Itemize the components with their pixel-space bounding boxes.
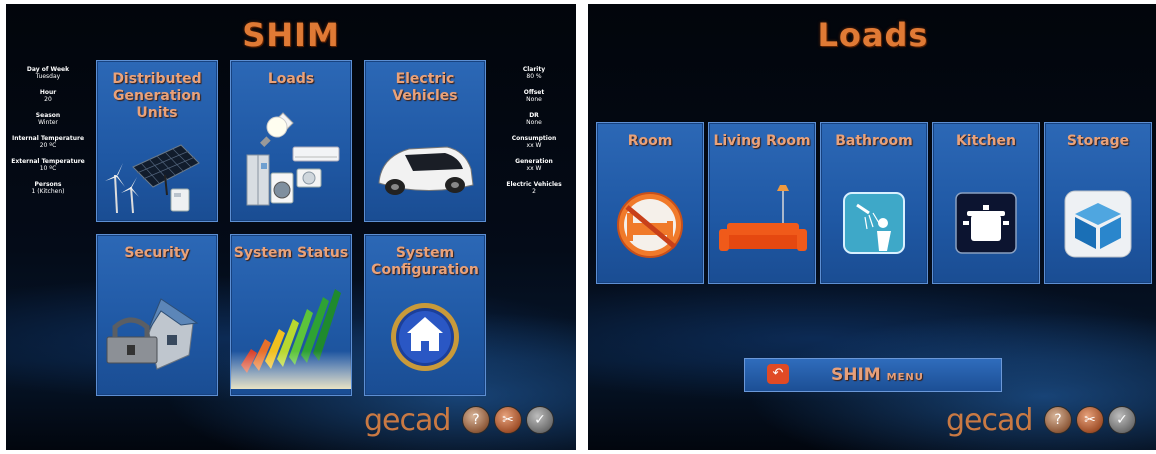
check-arrow-icon: ✓ (1116, 412, 1128, 428)
page-title: SHIM (242, 16, 340, 54)
tile-label: System Configuration (371, 245, 479, 278)
tools-icon: ✂ (502, 412, 514, 428)
info-consumption: Consumption xx W (511, 135, 557, 149)
tile-label: System Status (233, 245, 349, 261)
info-season: Season Winter (35, 112, 61, 126)
info-clarity: Clarity 80 % (522, 66, 546, 80)
info-hour: Hour 20 (39, 89, 57, 103)
info-dr: DR None (526, 112, 542, 126)
tile-bathroom[interactable]: Bathroom (820, 122, 928, 284)
tile-electric-vehicles[interactable]: Electric Vehicles (364, 60, 486, 222)
tile-label: Bathroom (835, 133, 913, 149)
tile-living-room[interactable]: Living Room (708, 122, 816, 284)
tile-storage[interactable]: Storage (1044, 122, 1152, 284)
shim-main-screen: SHIM Day of Week Tuesday Hour 20 Season Win… (6, 4, 576, 450)
tile-security[interactable]: Security (96, 234, 218, 396)
info-external-temperature: External Temperature 10 ºC (11, 158, 85, 172)
question-icon: ? (1054, 412, 1062, 428)
tools-icon: ✂ (1084, 412, 1096, 428)
back-button[interactable]: ✓ (1108, 406, 1136, 434)
info-offset: Offset None (523, 89, 545, 103)
page-title: Loads (817, 16, 929, 54)
tile-label: Room (627, 133, 673, 149)
tile-label: Security (124, 245, 190, 261)
tile-label: Living Room (713, 133, 811, 149)
tile-label: Loads (267, 71, 315, 87)
menu-label: SHIM MENU (831, 365, 924, 385)
tile-label: Kitchen (955, 133, 1017, 149)
tile-distributed-generation-units[interactable]: Distributed Generation Units (96, 60, 218, 222)
footer-brand-bar: gecad ? ✂ ✓ (946, 403, 1146, 444)
info-generation: Generation xx W (515, 158, 553, 172)
tile-label: Electric Vehicles (392, 71, 458, 104)
home-config-icon (365, 279, 485, 389)
help-button[interactable]: ? (462, 406, 490, 434)
help-button[interactable]: ? (1044, 406, 1072, 434)
tile-room[interactable]: Room (596, 122, 704, 284)
tile-kitchen[interactable]: Kitchen (932, 122, 1040, 284)
tile-label: Storage (1066, 133, 1130, 149)
info-internal-temperature: Internal Temperature 20 ºC (11, 135, 85, 149)
box-icon (1045, 183, 1151, 267)
gecad-logo: gecad (364, 403, 451, 438)
tools-button[interactable]: ✂ (494, 406, 522, 434)
info-electric-vehicles: Electric Vehicles 2 (506, 181, 562, 195)
info-panel-left: Day of Week Tuesday Hour 20 Season Winter I… (8, 66, 88, 195)
back-button[interactable]: ✓ (526, 406, 554, 434)
bar-graph-icon (231, 279, 351, 389)
question-icon: ? (472, 412, 480, 428)
loads-screen: Loads Room Living Room Bathroom Kitchen … (588, 4, 1156, 450)
bed-icon (597, 183, 703, 267)
return-icon: ↶ (767, 364, 789, 384)
tile-loads[interactable]: Loads (230, 60, 352, 222)
shim-menu-button[interactable]: ↶ SHIM MENU (744, 358, 1002, 392)
shower-icon (821, 183, 927, 267)
tools-button[interactable]: ✂ (1076, 406, 1104, 434)
info-persons: Persons 1 (Kitchen) (31, 181, 65, 195)
solar-wind-generation-icon (97, 105, 217, 215)
tile-system-configuration[interactable]: System Configuration (364, 234, 486, 396)
tile-system-status[interactable]: System Status (230, 234, 352, 396)
house-lock-icon (97, 279, 217, 389)
check-arrow-icon: ✓ (534, 412, 546, 428)
sofa-icon (709, 183, 815, 267)
cooking-pot-icon (933, 183, 1039, 267)
info-panel-right: Clarity 80 % Offset None DR None Consumptio… (492, 66, 576, 195)
info-day-of-week: Day of Week Tuesday (26, 66, 70, 80)
appliances-icon (231, 105, 351, 215)
electric-car-icon (365, 105, 485, 215)
gecad-logo: gecad (946, 403, 1033, 438)
footer-brand-bar: gecad ? ✂ ✓ (364, 403, 564, 444)
